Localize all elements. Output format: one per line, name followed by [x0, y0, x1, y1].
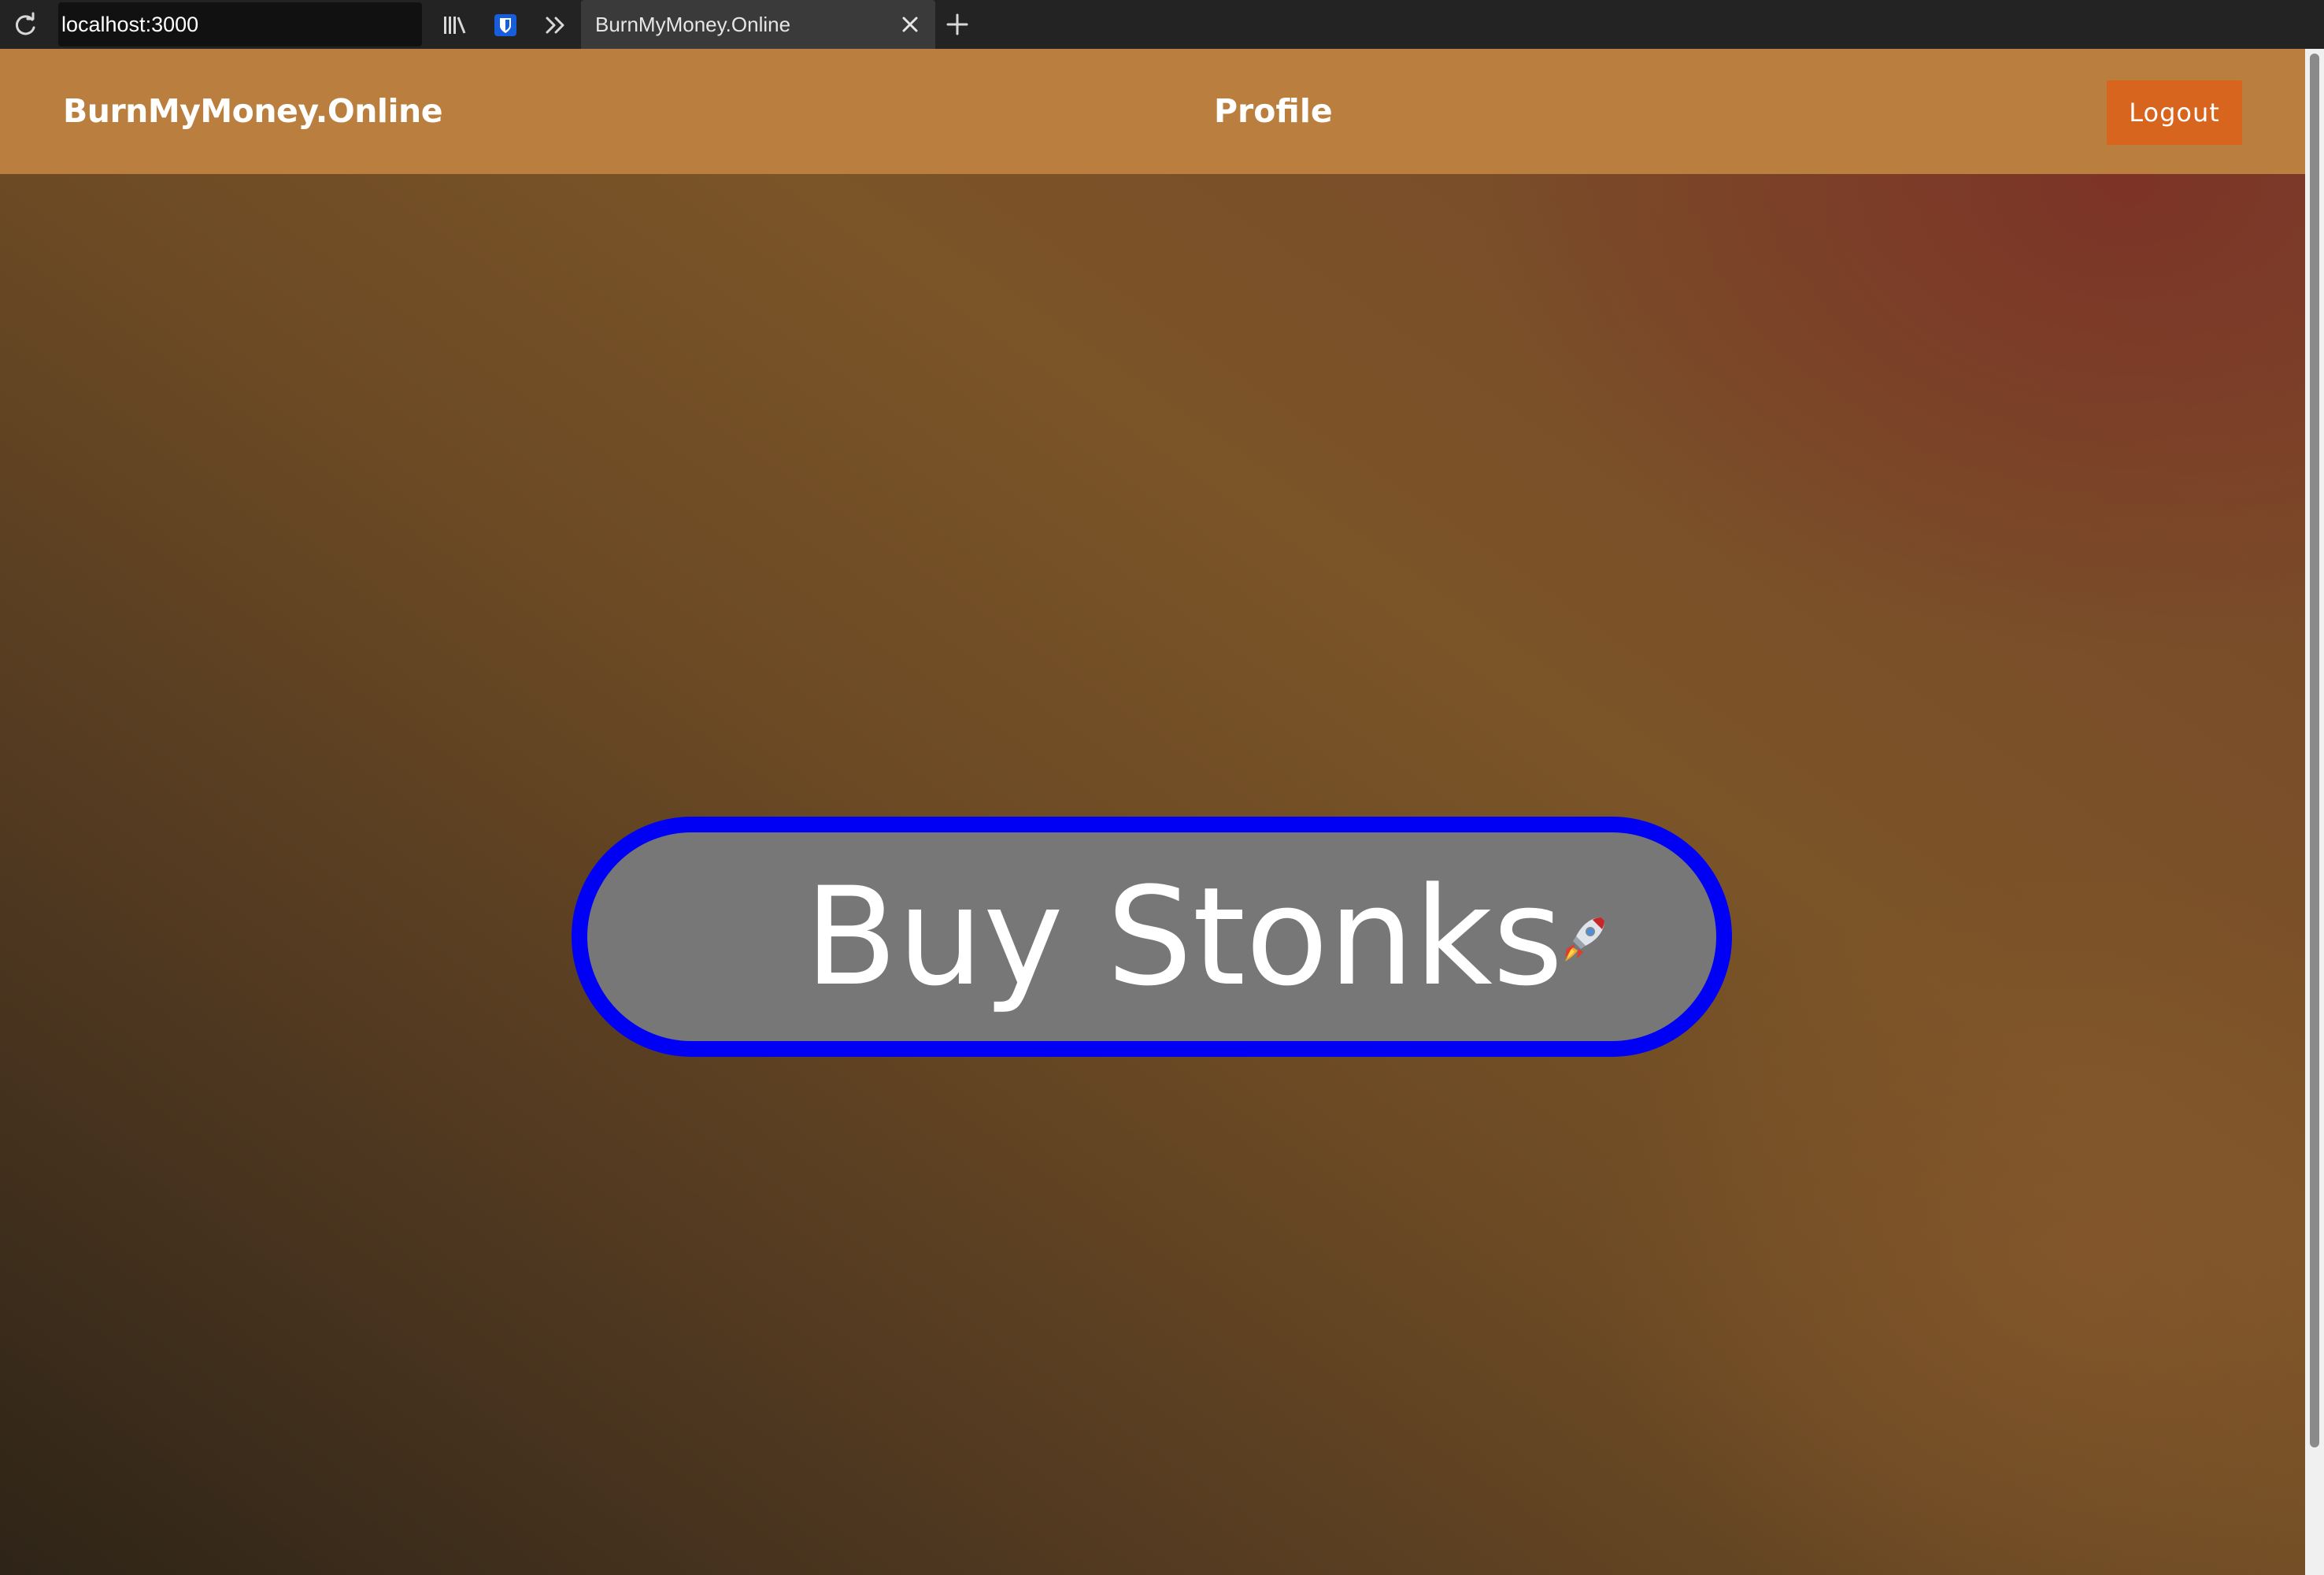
scrollbar-thumb[interactable] — [2310, 54, 2319, 1447]
reload-icon[interactable] — [11, 11, 39, 39]
nav-link-profile[interactable]: Profile — [1214, 49, 1333, 174]
buy-stonks-label: Buy Stonks — [805, 858, 1564, 1016]
browser-toolbar: localhost:3000 BurnMyMoney.Online — [0, 0, 2324, 49]
tab-title: BurnMyMoney.Online — [595, 13, 791, 36]
close-icon[interactable] — [899, 13, 921, 35]
address-bar[interactable]: localhost:3000 — [58, 2, 422, 46]
page-scrollbar[interactable] — [2305, 49, 2324, 1575]
plus-icon[interactable] — [945, 12, 970, 37]
rocket-icon — [1565, 917, 1604, 962]
browser-tab[interactable]: BurnMyMoney.Online — [581, 0, 935, 49]
logout-button[interactable]: Logout — [2107, 80, 2242, 145]
bitwarden-icon[interactable] — [491, 11, 520, 39]
app-header: BurnMyMoney.Online Profile Logout — [0, 49, 2305, 174]
library-icon[interactable] — [441, 11, 469, 39]
brand-logo-link[interactable]: BurnMyMoney.Online — [63, 49, 443, 174]
buy-stonks-button[interactable]: Buy Stonks — [572, 817, 1732, 1057]
overflow-chevron-icon[interactable] — [542, 11, 570, 39]
page-body: BurnMyMoney.Online Profile Logout Buy St… — [0, 49, 2305, 1575]
